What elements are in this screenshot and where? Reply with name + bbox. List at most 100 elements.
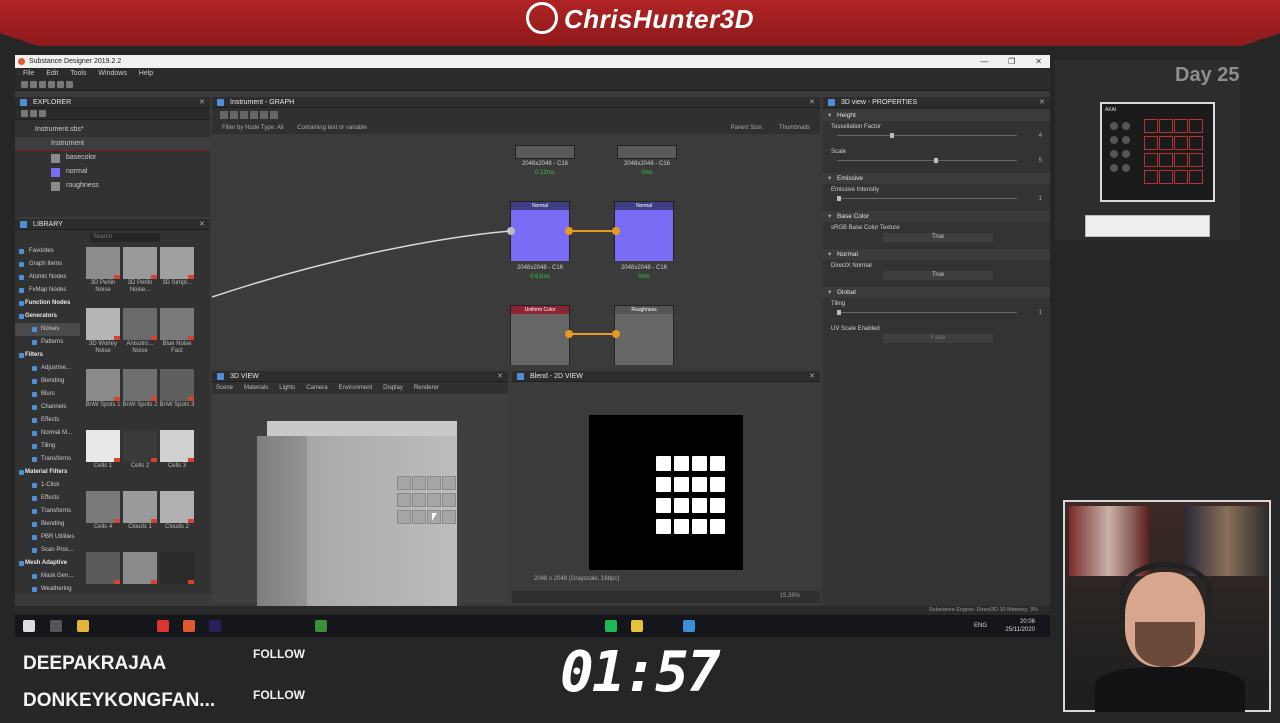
library-category[interactable]: Transforms [15,505,80,518]
property-value[interactable]: 1 [1039,310,1042,316]
maximize-button[interactable]: ❐ [1008,57,1015,66]
tree-item-output[interactable]: basecolor [15,151,210,165]
library-node-thumbnail[interactable]: Blue Noise Fast [159,308,195,356]
property-value[interactable]: 4 [1039,133,1042,139]
panel-close-icon[interactable]: ✕ [497,371,503,382]
menu-file[interactable]: File [23,70,34,77]
premiere-icon[interactable] [209,620,221,632]
library-node-thumbnail[interactable]: BnW Spots 3 [159,369,195,417]
library-category[interactable]: Atomic Nodes [15,271,80,284]
language-indicator[interactable]: ENG [974,622,987,630]
property-section[interactable]: Normal [823,249,1050,260]
library-category[interactable]: Effects [15,414,80,427]
library-node-thumbnail[interactable] [159,552,195,600]
menu-display[interactable]: Display [383,385,403,391]
menu-camera[interactable]: Camera [306,385,327,391]
library-category[interactable]: PBR Utilities [15,531,80,544]
search-icon[interactable] [50,620,62,632]
library-node-thumbnail[interactable] [85,552,121,600]
output-port[interactable] [565,330,573,338]
app-icon[interactable] [631,620,643,632]
library-category[interactable]: Normal M... [15,427,80,440]
tree-item-output[interactable]: roughness [15,179,210,193]
texture-preview[interactable] [589,415,743,570]
library-node-thumbnail[interactable]: Cells 1 [85,430,121,478]
minimize-button[interactable]: — [980,57,988,66]
menu-windows[interactable]: Windows [98,70,126,77]
spotify-icon[interactable] [605,620,617,632]
tree-item-graph[interactable]: Instrument [15,137,210,151]
library-category[interactable]: Mask Gen... [15,570,80,583]
library-category[interactable]: Transforms [15,453,80,466]
undo-icon[interactable] [57,81,64,88]
property-toggle[interactable]: True [883,233,993,242]
property-toggle[interactable]: True [883,271,993,280]
library-search-input[interactable]: Search [90,233,160,242]
library-category[interactable]: Mesh Adaptive [15,557,80,570]
substance-icon[interactable] [183,620,195,632]
start-icon[interactable] [23,620,35,632]
property-slider[interactable] [837,158,1017,163]
property-toggle[interactable]: False [883,334,993,343]
library-node-thumbnail[interactable] [122,552,158,600]
roughness-output-node[interactable]: Roughness [614,305,674,365]
uniform-color-node[interactable]: Uniform Color [510,305,570,365]
clock-time[interactable]: 20:06 [1005,618,1035,626]
library-category[interactable]: Noises [15,323,80,336]
preview-cube[interactable] [257,421,457,606]
library-category[interactable]: Patterns [15,336,80,349]
menu-edit[interactable]: Edit [46,70,58,77]
library-category[interactable]: Weathering [15,583,80,596]
library-node-thumbnail[interactable]: 3D Perlin Noise... [122,247,158,295]
opera-icon[interactable] [157,620,169,632]
explorer-icon[interactable] [77,620,89,632]
library-category[interactable]: Blurs [15,388,80,401]
library-node-thumbnail[interactable]: BnW Spots 1 [85,369,121,417]
property-slider[interactable] [837,310,1017,315]
library-category[interactable]: Blending [15,375,80,388]
library-category[interactable]: Material Filters [15,466,80,479]
slider-handle[interactable] [933,158,938,163]
folder-icon[interactable] [30,110,37,117]
menu-tools[interactable]: Tools [70,70,86,77]
library-node-thumbnail[interactable]: Cells 2 [122,430,158,478]
library-category[interactable]: Scan Proc... [15,544,80,557]
slider-handle[interactable] [889,133,894,138]
property-section[interactable]: Base Color [823,211,1050,222]
library-category[interactable]: Effects [15,492,80,505]
input-port[interactable] [612,330,620,338]
close-button[interactable]: ✕ [1035,57,1042,66]
library-node-thumbnail[interactable]: Clouds 2 [159,491,195,539]
library-node-thumbnail[interactable]: Cells 3 [159,430,195,478]
tree-item-output[interactable]: normal [15,165,210,179]
menu-lights[interactable]: Lights [279,385,295,391]
library-category[interactable]: Favorites [15,245,80,258]
library-category[interactable]: Filters [15,349,80,362]
menu-environment[interactable]: Environment [339,385,373,391]
library-category[interactable]: Channels [15,401,80,414]
tree-item-package[interactable]: Instrument.sbs* [15,123,210,137]
library-category[interactable]: Function Nodes [15,297,80,310]
library-node-thumbnail[interactable]: Cells 4 [85,491,121,539]
menu-renderer[interactable]: Renderer [414,385,439,391]
save-all-icon[interactable] [48,81,55,88]
library-node-thumbnail[interactable]: 3D Perlin Noise [85,247,121,295]
property-value[interactable]: 1 [1039,196,1042,202]
new-icon[interactable] [21,81,28,88]
open-icon[interactable] [30,81,37,88]
app-icon[interactable] [683,620,695,632]
panel-close-icon[interactable]: ✕ [1039,97,1045,108]
library-node-thumbnail[interactable]: Clouds 1 [122,491,158,539]
save-icon[interactable] [39,81,46,88]
library-category[interactable]: Graph Items [15,258,80,271]
redo-icon[interactable] [66,81,73,88]
library-category[interactable]: 1-Click [15,479,80,492]
panel-close-icon[interactable]: ✕ [809,371,815,382]
save-icon[interactable] [39,110,46,117]
property-section[interactable]: Emissive [823,173,1050,184]
property-value[interactable]: 5 [1039,158,1042,164]
library-node-thumbnail[interactable]: 3D Worley Noise [85,308,121,356]
panel-close-icon[interactable]: ✕ [199,219,205,230]
menu-scene[interactable]: Scene [216,385,233,391]
panel-close-icon[interactable]: ✕ [199,97,205,108]
